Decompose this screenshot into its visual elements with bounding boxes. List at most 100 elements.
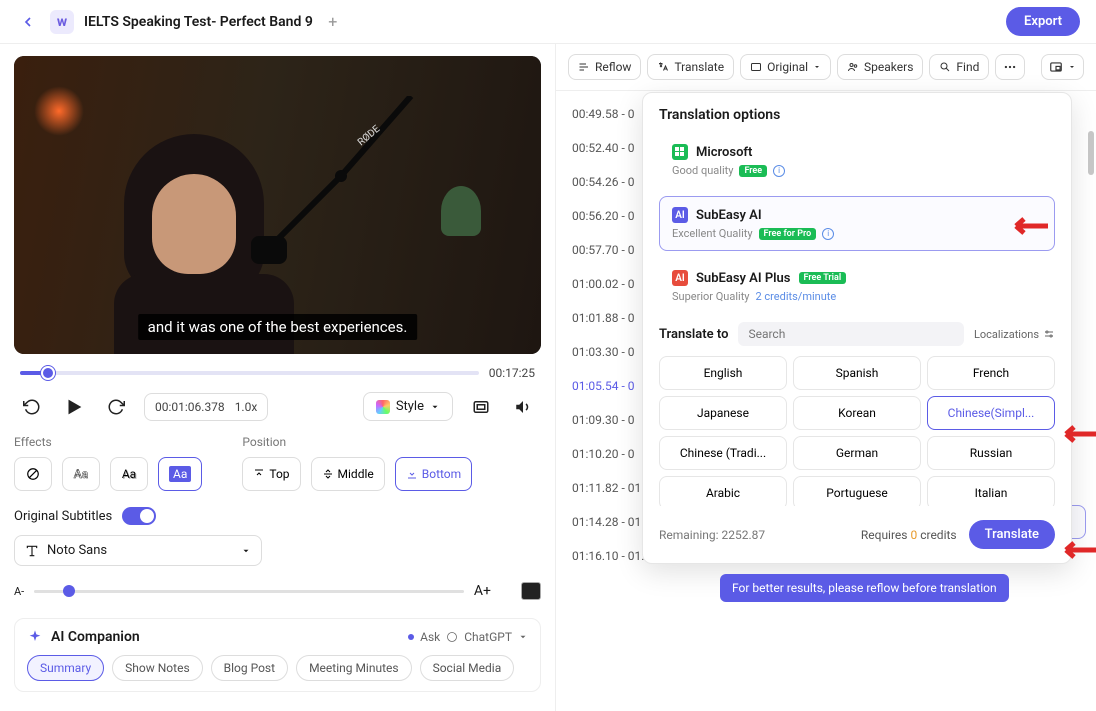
translation-panel: Translation options Microsoft Good quali…	[642, 92, 1072, 564]
forward-button[interactable]	[102, 393, 130, 421]
subtitles-toggle[interactable]	[122, 507, 156, 525]
language-option[interactable]: German	[793, 436, 921, 470]
font-size-row: A- A+	[14, 582, 541, 600]
localizations-button[interactable]: Localizations	[974, 328, 1055, 341]
play-button[interactable]	[60, 393, 88, 421]
size-knob[interactable]	[63, 585, 75, 597]
ai-title: AI Companion	[51, 629, 400, 645]
layout-button[interactable]	[1041, 54, 1084, 80]
back-button[interactable]	[16, 10, 40, 34]
app-logo: w	[50, 10, 74, 34]
position-middle[interactable]: Middle	[311, 457, 385, 491]
language-option[interactable]: Korean	[793, 396, 921, 430]
effect-outline[interactable]: Aa	[62, 457, 100, 491]
size-plus: A+	[474, 583, 491, 599]
language-option[interactable]: Spanish	[793, 356, 921, 390]
language-option[interactable]: Arabic	[659, 476, 787, 506]
ai-tab-show-notes[interactable]: Show Notes	[112, 655, 202, 681]
more-button[interactable]	[995, 54, 1025, 80]
language-search-input[interactable]	[738, 322, 964, 346]
playback-speed: 1.0x	[235, 400, 258, 414]
translate-to-label: Translate to	[659, 327, 728, 342]
subtitle-color[interactable]	[521, 582, 541, 600]
video-preview[interactable]: RØDE and it was one of the best experien…	[14, 56, 541, 354]
position-bottom[interactable]: Bottom	[395, 457, 472, 491]
speakers-button[interactable]: Speakers	[837, 54, 923, 80]
font-icon	[25, 544, 39, 558]
player-controls: 00:01:06.378 1.0x Style	[14, 392, 541, 421]
panel-title: Translation options	[659, 107, 1055, 123]
duration-label: 00:17:25	[489, 366, 535, 380]
effect-none[interactable]	[14, 457, 52, 491]
timeline-track[interactable]	[20, 371, 479, 375]
video-scene: RØDE	[14, 56, 541, 354]
time-display[interactable]: 00:01:06.378 1.0x	[144, 393, 268, 421]
provider-subeasy-ai[interactable]: AI SubEasy AI Excellent Quality Free for…	[659, 196, 1055, 251]
chevron-down-icon	[518, 632, 528, 642]
size-minus: A-	[14, 585, 24, 598]
info-icon[interactable]: i	[822, 228, 834, 240]
left-pane: RØDE and it was one of the best experien…	[0, 44, 555, 711]
export-button[interactable]: Export	[1006, 7, 1080, 36]
translate-button[interactable]: Translate	[647, 54, 734, 80]
requires-label: Requires 0 credits	[861, 528, 957, 542]
effect-shadow[interactable]: Aa	[110, 457, 148, 491]
top-bar: w IELTS Speaking Test- Perfect Band 9 + …	[0, 0, 1096, 44]
size-slider[interactable]	[34, 590, 464, 593]
scrollbar[interactable]	[1086, 91, 1094, 711]
find-button[interactable]: Find	[929, 54, 989, 80]
right-pane: Reflow Translate Original Speakers Find	[555, 44, 1096, 711]
volume-button[interactable]	[509, 393, 537, 421]
language-option[interactable]: Russian	[927, 436, 1055, 470]
original-subtitles-row: Original Subtitles	[14, 507, 541, 525]
effect-box[interactable]: Aa	[158, 457, 202, 491]
annotation-arrow-3	[1056, 538, 1096, 562]
language-option[interactable]: French	[927, 356, 1055, 390]
language-option[interactable]: Chinese (Tradi...	[659, 436, 787, 470]
info-icon[interactable]: i	[773, 165, 785, 177]
ai-tabs: Summary Show Notes Blog Post Meeting Minute…	[27, 655, 528, 681]
translate-confirm-button[interactable]: Translate	[969, 520, 1055, 549]
ai-tab-summary[interactable]: Summary	[27, 655, 104, 681]
ai-icon: AI	[672, 207, 688, 223]
position-top[interactable]: Top	[242, 457, 300, 491]
ai-tab-meeting-minutes[interactable]: Meeting Minutes	[296, 655, 412, 681]
ai-companion-panel: AI Companion Ask ChatGPT Summary Show Not…	[14, 618, 541, 692]
subtitle-overlay: and it was one of the best experiences.	[138, 314, 418, 340]
language-option[interactable]: English	[659, 356, 787, 390]
language-option[interactable]: Chinese(Simpl...	[927, 396, 1055, 430]
reflow-tip: For better results, please reflow before…	[720, 574, 1009, 602]
language-option[interactable]: Japanese	[659, 396, 787, 430]
chevron-down-icon	[241, 546, 251, 556]
position-group: Top Middle Bottom	[242, 457, 472, 491]
fullscreen-button[interactable]	[467, 393, 495, 421]
style-label: Style	[396, 399, 424, 414]
style-button[interactable]: Style	[363, 392, 453, 421]
language-option[interactable]: Portuguese	[793, 476, 921, 506]
settings-icon	[1043, 328, 1055, 340]
timeline-knob[interactable]	[41, 366, 55, 380]
ai-tab-social-media[interactable]: Social Media	[420, 655, 515, 681]
language-option[interactable]: Italian	[927, 476, 1055, 506]
annotation-arrow-1	[1006, 214, 1050, 238]
page-title: IELTS Speaking Test- Perfect Band 9	[84, 14, 313, 30]
add-tab-button[interactable]: +	[323, 12, 343, 32]
microsoft-icon	[672, 144, 688, 160]
font-select[interactable]: Noto Sans	[14, 535, 262, 566]
original-dropdown[interactable]: Original	[740, 54, 831, 80]
style-icon	[376, 400, 390, 414]
ai-tab-blog-post[interactable]: Blog Post	[211, 655, 288, 681]
current-time: 00:01:06.378	[155, 400, 225, 414]
original-subtitles-label: Original Subtitles	[14, 509, 112, 524]
annotation-arrow-2	[1056, 422, 1096, 446]
provider-subeasy-plus[interactable]: AI SubEasy AI Plus Free Trial Superior Q…	[659, 259, 1055, 314]
language-grid: EnglishSpanishFrench JapaneseKoreanChines…	[659, 356, 1055, 506]
ask-chatgpt[interactable]: Ask ChatGPT	[408, 630, 528, 644]
remaining-label: Remaining: 2252.87	[659, 528, 765, 542]
provider-microsoft[interactable]: Microsoft Good quality Free i	[659, 133, 1055, 188]
chatgpt-icon	[446, 631, 458, 643]
font-name: Noto Sans	[47, 543, 107, 558]
reflow-button[interactable]: Reflow	[568, 54, 641, 80]
rewind-button[interactable]	[18, 393, 46, 421]
main-area: RØDE and it was one of the best experien…	[0, 44, 1096, 711]
